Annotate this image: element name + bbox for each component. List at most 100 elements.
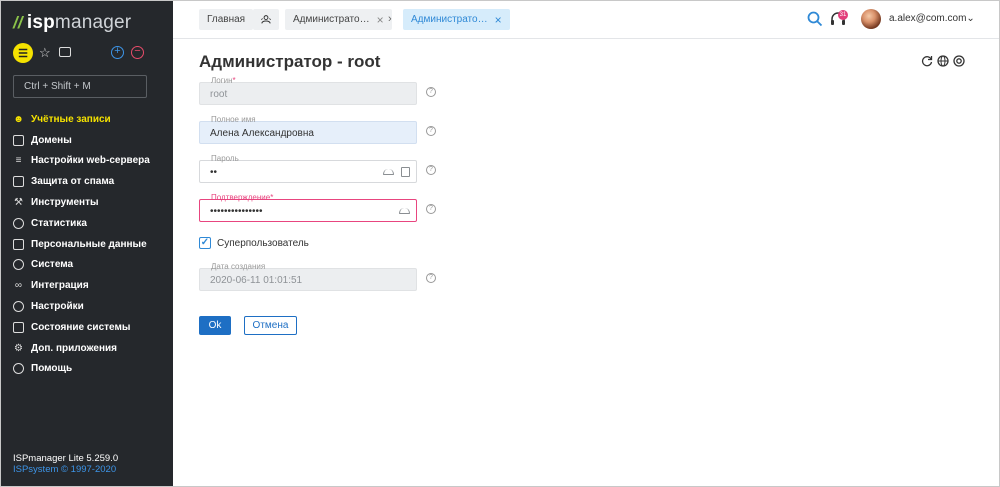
help-icon[interactable]: ? <box>426 204 436 214</box>
confirm-label: Подтверждение* <box>210 193 274 202</box>
sidebar-item-label: Защита от спама <box>31 176 115 188</box>
statistics-icon <box>13 217 24 229</box>
copyright-link[interactable]: ISPsystem © 1997-2020 <box>13 464 118 475</box>
confirm-value: ••••••••••••••• <box>210 206 263 217</box>
help-icon[interactable]: ? <box>426 273 436 283</box>
password-field[interactable]: Пароль •• <box>199 154 417 183</box>
sidebar-item-domains[interactable]: Домены <box>13 130 171 151</box>
required-mark: * <box>232 76 236 85</box>
sidebar-item-accounts[interactable]: ☻ Учётные записи <box>13 109 171 130</box>
sidebar-item-label: Доп. приложения <box>31 342 117 354</box>
superuser-checkbox[interactable]: ✓ <box>199 237 211 249</box>
top-bar: Главная Администрато… × › Администрато… … <box>173 1 999 39</box>
sidebar-item-system-state[interactable]: Состояние системы <box>13 317 171 338</box>
briefcase-icon[interactable] <box>59 47 71 57</box>
superuser-row[interactable]: ✓ Суперпользователь <box>199 237 309 249</box>
tab-label: Администрато… <box>411 14 488 25</box>
close-icon[interactable]: × <box>377 13 384 27</box>
sidebar-nav: ☻ Учётные записи Домены ≡ Настройки web-… <box>13 109 171 379</box>
help-icon <box>13 363 24 375</box>
cancel-button[interactable]: Отмена <box>244 316 297 335</box>
help-icon[interactable]: ? <box>426 87 436 97</box>
confirm-label-text: Подтверждение <box>211 193 271 202</box>
show-password-icon[interactable] <box>383 169 394 175</box>
tab-administrators[interactable]: Администрато… × <box>285 9 392 30</box>
sidebar-item-label: Помощь <box>31 363 73 375</box>
logo[interactable]: // isp manager <box>13 11 131 35</box>
expand-all-icon[interactable]: + <box>111 46 124 59</box>
sidebar-item-statistics[interactable]: Статистика <box>13 213 171 234</box>
login-label: Логин* <box>210 76 237 85</box>
sidebar-item-label: Настройки <box>31 301 84 313</box>
help-icon[interactable]: ? <box>426 165 436 175</box>
apps-icon: ⚙ <box>14 342 23 354</box>
users-icon <box>261 15 271 24</box>
sidebar-item-help[interactable]: Помощь <box>13 359 171 380</box>
created-label: Дата создания <box>211 262 266 271</box>
sidebar-item-label: Состояние системы <box>31 321 131 333</box>
sidebar-item-label: Настройки web-сервера <box>31 155 150 167</box>
sidebar-item-tools[interactable]: ⚒ Инструменты <box>13 192 171 213</box>
tab-label: Администрато… <box>293 14 370 25</box>
tab-administrator-edit[interactable]: Администрато… × <box>403 9 510 30</box>
sidebar-tools: ☰ ☆ + − <box>13 43 163 63</box>
login-value: root <box>210 89 228 100</box>
title-toolbar <box>921 55 965 67</box>
ok-button[interactable]: Ok <box>199 316 231 335</box>
personal-data-icon <box>13 238 24 250</box>
sidebar-item-personal-data[interactable]: Персональные данные <box>13 234 171 255</box>
sidebar-item-system[interactable]: Система <box>13 255 171 276</box>
sidebar-item-settings[interactable]: Настройки <box>13 296 171 317</box>
created-value: 2020-06-11 01:01:51 <box>210 275 303 286</box>
login-field: Логин* root <box>199 76 417 105</box>
password-label: Пароль <box>211 154 239 163</box>
password-confirm-field[interactable]: Подтверждение* ••••••••••••••• <box>199 193 417 222</box>
monitor-icon <box>13 321 24 333</box>
sidebar-item-integration[interactable]: ∞ Интеграция <box>13 275 171 296</box>
sidebar-item-label: Персональные данные <box>31 238 147 250</box>
spam-protection-icon <box>13 176 24 188</box>
sidebar-item-label: Учётные записи <box>31 113 111 125</box>
logo-manager: manager <box>54 12 132 33</box>
sidebar-item-apps[interactable]: ⚙ Доп. приложения <box>13 338 171 359</box>
sidebar-item-webserver-settings[interactable]: ≡ Настройки web-сервера <box>13 151 171 172</box>
avatar[interactable] <box>861 9 881 29</box>
required-mark: * <box>270 193 274 202</box>
sidebar-item-label: Система <box>31 259 74 271</box>
refresh-icon[interactable] <box>921 55 933 67</box>
fullname-field[interactable]: Полное имя Алена Александровна <box>199 115 417 144</box>
collapse-all-icon[interactable]: − <box>131 46 144 59</box>
search-icon[interactable] <box>807 11 823 27</box>
close-icon[interactable]: × <box>495 13 502 27</box>
main-content: Администратор - root Логин* root ? Полно… <box>173 39 999 486</box>
favorites-star-icon[interactable]: ☆ <box>39 45 51 61</box>
tab-accounts-icon[interactable] <box>253 9 279 30</box>
tab-home[interactable]: Главная <box>199 9 254 30</box>
domains-icon <box>13 134 24 146</box>
password-value: •• <box>210 167 218 178</box>
lifebuoy-icon[interactable] <box>953 55 965 67</box>
superuser-label: Суперпользователь <box>217 237 309 249</box>
globe-icon[interactable] <box>937 55 949 67</box>
sidebar-item-label: Инструменты <box>31 197 99 209</box>
settings-icon <box>13 301 24 313</box>
users-icon: ☻ <box>13 113 24 125</box>
logo-isp: isp <box>26 12 55 33</box>
copy-icon[interactable] <box>401 167 410 177</box>
tab-label: Главная <box>207 14 246 25</box>
sidebar-item-spam-protection[interactable]: Защита от спама <box>13 171 171 192</box>
sidebar: // isp manager ☰ ☆ + − ☻ Учётные записи … <box>1 1 173 486</box>
sidebar-item-label: Интеграция <box>31 280 89 292</box>
user-menu[interactable]: a.alex@com.com⌄ <box>889 13 975 24</box>
tools-icon: ⚒ <box>14 197 23 209</box>
show-password-icon[interactable] <box>399 208 410 214</box>
fullname-label: Полное имя <box>211 115 256 124</box>
help-icon[interactable]: ? <box>426 126 436 136</box>
menu-tree-icon[interactable]: ☰ <box>13 43 33 63</box>
user-email: a.alex@com.com <box>889 13 967 24</box>
notification-badge: 31 <box>838 10 848 20</box>
chevron-right-icon: › <box>388 13 392 25</box>
created-date-field: Дата создания 2020-06-11 01:01:51 <box>199 262 417 291</box>
menu-search-input[interactable] <box>13 75 147 98</box>
app-window: // isp manager ☰ ☆ + − ☻ Учётные записи … <box>0 0 1000 487</box>
